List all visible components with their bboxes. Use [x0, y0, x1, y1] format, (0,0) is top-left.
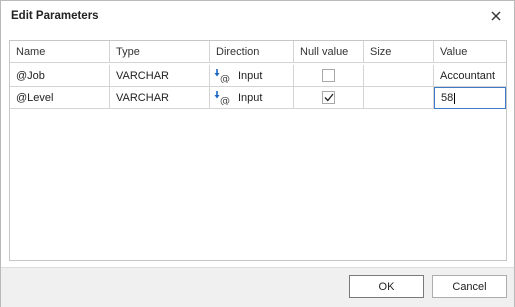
param-value-text: 58 [441, 92, 454, 104]
parameters-grid: Name Type Direction Null value Size Valu… [9, 40, 507, 261]
column-header-size[interactable]: Size [364, 41, 434, 63]
param-direction-label: Input [238, 69, 263, 82]
param-size-cell[interactable] [364, 65, 434, 87]
column-header-type[interactable]: Type [110, 41, 210, 63]
close-icon [491, 11, 501, 21]
table-row[interactable]: @Level VARCHAR @ Input 58 [10, 87, 506, 109]
column-header-direction[interactable]: Direction [210, 41, 294, 63]
column-header-value[interactable]: Value [434, 41, 506, 63]
dialog-titlebar: Edit Parameters [1, 1, 514, 32]
param-name-cell[interactable]: @Level [10, 87, 110, 109]
dialog-title: Edit Parameters [11, 10, 99, 22]
null-value-checkbox[interactable] [322, 91, 335, 104]
column-header-name[interactable]: Name [10, 41, 110, 63]
text-caret [454, 92, 456, 104]
table-row[interactable]: @Job VARCHAR @ Input Accountant [10, 65, 506, 87]
cancel-button[interactable]: Cancel [432, 275, 507, 298]
param-direction-label: Input [238, 91, 263, 104]
input-direction-icon: @ [214, 90, 232, 105]
svg-text:@: @ [220, 74, 230, 83]
column-header-null-value[interactable]: Null value [294, 41, 364, 63]
param-direction-cell[interactable]: @ Input [210, 87, 294, 109]
grid-header: Name Type Direction Null value Size Valu… [10, 41, 506, 63]
param-direction-cell[interactable]: @ Input [210, 65, 294, 87]
param-type-cell[interactable]: VARCHAR [110, 65, 210, 87]
param-size-cell[interactable] [364, 87, 434, 109]
param-name-cell[interactable]: @Job [10, 65, 110, 87]
input-direction-icon: @ [214, 68, 232, 83]
param-null-cell[interactable] [294, 87, 364, 109]
edit-parameters-dialog: Edit Parameters Name Type Direction Null… [0, 0, 515, 307]
param-value-editor[interactable]: 58 [434, 87, 506, 109]
param-type-cell[interactable]: VARCHAR [110, 87, 210, 109]
param-null-cell[interactable] [294, 65, 364, 87]
param-value-cell[interactable]: Accountant [434, 65, 506, 87]
close-button[interactable] [487, 7, 505, 25]
dialog-footer: OK Cancel [1, 267, 514, 307]
null-value-checkbox[interactable] [322, 69, 335, 82]
ok-button[interactable]: OK [349, 275, 424, 298]
svg-text:@: @ [220, 96, 230, 105]
checkmark-icon [324, 93, 334, 102]
